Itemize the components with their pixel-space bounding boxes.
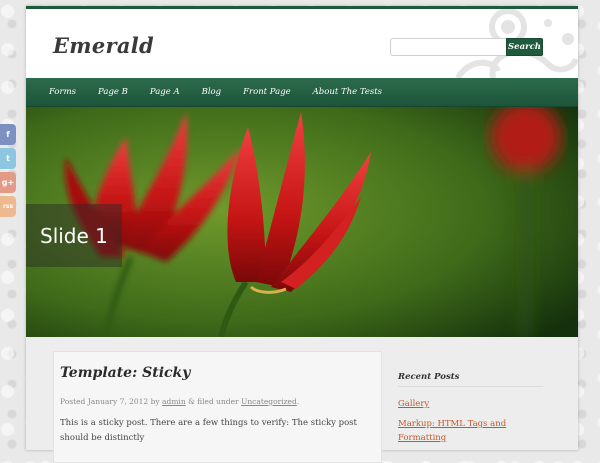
nav-item-about-the-tests[interactable]: About The Tests	[313, 87, 382, 97]
post-date: January 7, 2012	[87, 397, 149, 406]
post-title[interactable]: Template: Sticky	[60, 365, 190, 381]
post-meta: Posted January 7, 2012 by admin & filed …	[60, 397, 299, 406]
post-meta-end: .	[296, 397, 300, 406]
rss-icon[interactable]: rss	[0, 196, 16, 217]
post-card: Template: Sticky Posted January 7, 2012 …	[53, 351, 382, 463]
list-item: Markup: HTML Tags and Formatting	[398, 417, 548, 445]
slide-caption: Slide 1	[26, 204, 122, 267]
facebook-icon[interactable]: f	[0, 124, 16, 145]
site-header: Emerald Search	[26, 9, 578, 78]
twitter-icon[interactable]: t	[0, 148, 16, 169]
post-author-link[interactable]: admin	[162, 397, 186, 406]
recent-post-link-gallery[interactable]: Gallery	[398, 399, 429, 409]
google-plus-icon[interactable]: g+	[0, 172, 16, 193]
sidebar: Recent Posts Gallery Markup: HTML Tags a…	[398, 351, 548, 451]
post-meta-posted: Posted	[60, 397, 86, 406]
image-slider[interactable]: Slide 1	[26, 107, 578, 337]
main-navigation: Forms Page B Page A Blog Front Page Abou…	[26, 78, 578, 107]
list-item: Gallery	[398, 397, 548, 411]
page-container: Emerald Search Forms Page B Page A Blog …	[26, 6, 578, 463]
nav-item-blog[interactable]: Blog	[202, 87, 222, 97]
nav-item-page-b[interactable]: Page B	[98, 87, 128, 97]
nav-item-forms[interactable]: Forms	[49, 87, 76, 97]
search-input[interactable]	[390, 38, 506, 56]
search-form: Search	[390, 38, 543, 56]
search-button[interactable]: Search	[506, 38, 543, 56]
nav-item-front-page[interactable]: Front Page	[243, 87, 291, 97]
post-meta-by: by	[150, 397, 160, 406]
recent-post-link-markup[interactable]: Markup: HTML Tags and Formatting	[398, 419, 506, 443]
site-logo[interactable]: Emerald	[53, 33, 154, 58]
content-area: Template: Sticky Posted January 7, 2012 …	[26, 337, 578, 463]
post-excerpt: This is a sticky post. There are a few t…	[60, 418, 357, 443]
nav-item-page-a[interactable]: Page A	[150, 87, 180, 97]
post-meta-filed: & filed under	[188, 397, 239, 406]
post-category-link[interactable]: Uncategorized	[241, 397, 297, 406]
recent-posts-title: Recent Posts	[398, 351, 543, 387]
social-share-tabs: f t g+ rss	[0, 124, 20, 220]
recent-posts-list: Gallery Markup: HTML Tags and Formatting	[398, 397, 548, 445]
